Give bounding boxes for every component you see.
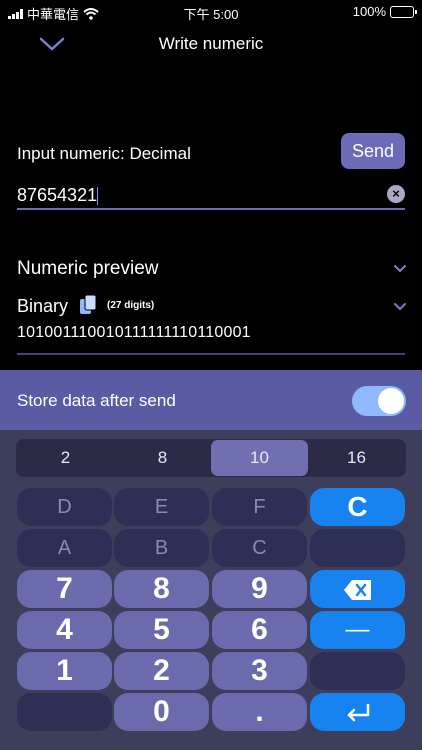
key-1[interactable]: 1: [17, 652, 112, 690]
enter-button[interactable]: [310, 693, 405, 731]
clear-all-button[interactable]: C: [310, 488, 405, 526]
empty-key: [310, 529, 405, 567]
store-data-toggle[interactable]: [352, 386, 406, 416]
status-bar: 中華電信 下午 5:00 100%: [0, 0, 422, 24]
nav-bar: Write numeric: [0, 24, 422, 64]
empty-key: [310, 652, 405, 690]
text-caret: [97, 187, 99, 206]
empty-key: [17, 693, 112, 731]
battery-icon: [390, 5, 417, 18]
keypad: 2 8 10 16 D E F C A B C 7 8 9 4 5 6 — 1 …: [0, 430, 422, 750]
key-dot[interactable]: .: [212, 693, 307, 731]
battery-group: 100%: [352, 4, 417, 19]
base-2-segment[interactable]: 2: [17, 440, 114, 476]
toggle-knob: [378, 388, 404, 414]
numeric-input[interactable]: 87654321 ×: [17, 180, 405, 210]
preview-title: Numeric preview: [17, 258, 159, 279]
return-icon: [347, 703, 369, 722]
key-7[interactable]: 7: [17, 570, 112, 608]
format-label: Binary: [17, 296, 69, 316]
key-2[interactable]: 2: [114, 652, 209, 690]
numeric-input-value: 87654321: [17, 185, 98, 205]
base-8-segment[interactable]: 8: [114, 440, 211, 476]
store-data-label: Store data after send: [17, 391, 176, 410]
key-8[interactable]: 8: [114, 570, 209, 608]
key-f[interactable]: F: [212, 488, 307, 526]
key-c[interactable]: C: [212, 529, 307, 567]
backspace-button[interactable]: [310, 570, 405, 608]
digit-count: (27 digits): [107, 300, 155, 311]
key-e[interactable]: E: [114, 488, 209, 526]
key-4[interactable]: 4: [17, 611, 112, 649]
key-9[interactable]: 9: [212, 570, 307, 608]
base-selector: 2 8 10 16: [16, 439, 406, 477]
binary-preview-value: 101001110010111111110110001: [17, 324, 251, 341]
minus-button[interactable]: —: [310, 611, 405, 649]
key-5[interactable]: 5: [114, 611, 209, 649]
chevron-down-icon[interactable]: [393, 264, 407, 274]
key-d[interactable]: D: [17, 488, 112, 526]
copy-icon[interactable]: [79, 294, 97, 316]
backspace-icon: [343, 580, 371, 601]
key-6[interactable]: 6: [212, 611, 307, 649]
page-title: Write numeric: [158, 34, 264, 53]
divider: [17, 353, 405, 355]
key-a[interactable]: A: [17, 529, 112, 567]
store-data-row: Store data after send: [0, 370, 422, 430]
key-0[interactable]: 0: [114, 693, 209, 731]
chevron-down-icon[interactable]: [393, 302, 407, 312]
battery-percent: 100%: [352, 4, 386, 19]
base-10-segment[interactable]: 10: [211, 440, 308, 476]
send-button[interactable]: Send: [341, 133, 405, 169]
key-3[interactable]: 3: [212, 652, 307, 690]
input-label: Input numeric: Decimal: [17, 144, 191, 163]
clear-icon[interactable]: ×: [387, 185, 405, 203]
key-b[interactable]: B: [114, 529, 209, 567]
base-16-segment[interactable]: 16: [308, 440, 405, 476]
